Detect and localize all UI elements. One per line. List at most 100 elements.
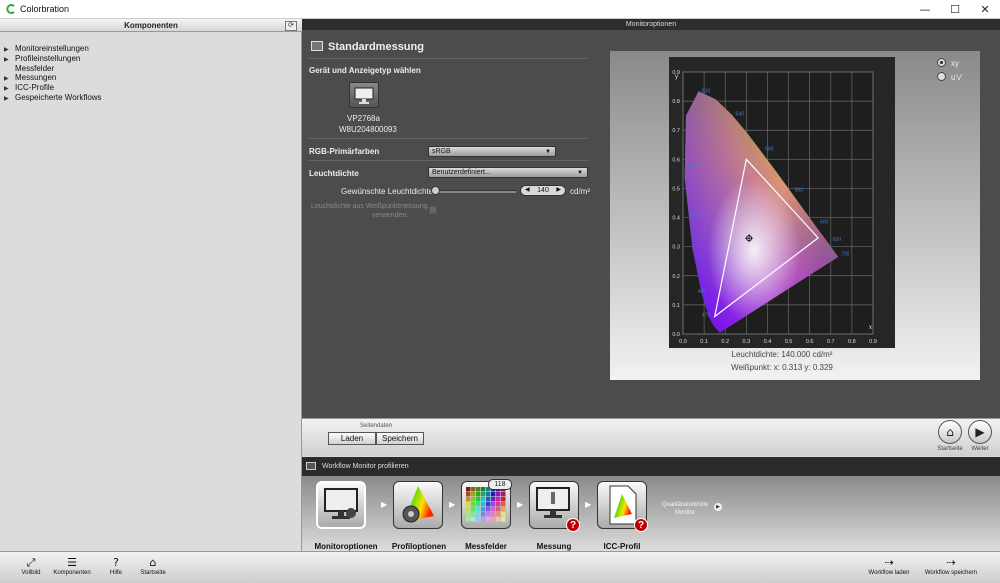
luminance-unit: cd/m²	[570, 187, 590, 196]
save-button[interactable]: Speichern	[376, 432, 424, 445]
color-patch	[496, 517, 501, 522]
white-point-luminance-label: Leuchtdichte aus Weißpunktmessung	[311, 203, 428, 210]
color-patch	[486, 502, 491, 507]
workflow-step-monitor-options[interactable]	[316, 481, 366, 529]
wavelength-label: 520	[702, 88, 711, 94]
wavelength-label: 540	[736, 112, 745, 118]
start-page-button[interactable]: ⌂ Startseite	[136, 556, 170, 576]
load-button[interactable]: Laden	[328, 432, 376, 445]
expand-triangle-icon[interactable]: ▶	[4, 94, 15, 104]
workflow-label-monitor-options: Monitoroptionen	[314, 542, 378, 551]
y-tick-label: 0.0	[672, 332, 680, 338]
color-patch	[471, 512, 476, 517]
color-patch	[471, 497, 476, 502]
components-header: Komponenten	[0, 19, 302, 32]
color-patch	[496, 502, 501, 507]
color-patch	[501, 502, 506, 507]
workflow-arrow-icon: ▶	[517, 500, 524, 509]
list-icon: ☰	[67, 556, 77, 569]
chart-caption-white-point: Weißpunkt: x: 0.313 y: 0.329	[731, 363, 833, 372]
view-xy-label: xy	[951, 59, 959, 68]
maximize-button[interactable]: ☐	[940, 0, 970, 19]
view-uv-label: u'v'	[951, 73, 963, 82]
wavelength-label: 620	[833, 237, 842, 243]
quality-control-arrow-icon[interactable]: ▶	[714, 503, 722, 511]
fullscreen-icon: ⤢	[26, 556, 36, 569]
color-patch	[481, 487, 486, 492]
refresh-icon[interactable]: ⟳	[285, 21, 297, 31]
color-patch	[476, 502, 481, 507]
color-patch	[466, 512, 471, 517]
color-patch	[476, 497, 481, 502]
color-patch	[466, 497, 471, 502]
color-patch	[496, 492, 501, 497]
next-label: Weiter	[971, 446, 989, 452]
divider	[308, 138, 588, 139]
color-patch	[486, 512, 491, 517]
workflow-load-button[interactable]: ⇢ Workflow laden	[862, 556, 916, 576]
y-tick-label: 0.6	[672, 157, 680, 163]
color-patch	[466, 507, 471, 512]
minimize-button[interactable]: —	[910, 0, 940, 19]
cie-diagram-svg: 520 540 560 580 600 620 700 500 490 480 470 0.0 0.1…	[672, 70, 876, 345]
white-point-luminance-checkbox[interactable]	[429, 206, 437, 214]
device-model: VP2768a	[347, 114, 380, 123]
luminance-select[interactable]: Benutzerdefiniert... ▼	[428, 167, 588, 178]
wavelength-label: 480	[698, 289, 707, 295]
color-patch	[476, 507, 481, 512]
tree-item-saved-workflows[interactable]: ▶ Gespeicherte Workflows	[4, 93, 102, 104]
color-patch	[496, 497, 501, 502]
divider	[308, 58, 588, 59]
fullscreen-button[interactable]: ⤢ Vollbild	[14, 556, 48, 576]
help-button[interactable]: ? Hilfe	[103, 556, 129, 576]
expand-triangle-icon[interactable]: ▶	[4, 55, 15, 65]
home-icon: ⌂	[149, 556, 157, 569]
increment-icon[interactable]: ▶	[556, 186, 561, 195]
measurement-warning-icon: ?	[566, 518, 580, 532]
components-button[interactable]: ☰ Komponenten	[48, 556, 96, 576]
home-button[interactable]: ⌂	[938, 420, 962, 444]
display-device-tile[interactable]	[349, 82, 379, 108]
color-patch	[481, 517, 486, 522]
wavelength-label: 600	[820, 219, 829, 225]
color-patch	[476, 492, 481, 497]
display-icon	[354, 87, 374, 104]
rgb-primaries-select[interactable]: sRGB ▼	[428, 146, 556, 157]
x-tick-label: 0.1	[700, 339, 708, 345]
next-button[interactable]: ▶	[968, 420, 992, 444]
device-serial: W8U204800093	[339, 125, 397, 134]
luminance-label: Leuchtdichte	[309, 169, 359, 178]
monitor-options-header: Monitoroptionen	[302, 19, 1000, 30]
view-xy-radio[interactable]	[937, 58, 946, 67]
decrement-icon[interactable]: ◀	[525, 186, 530, 195]
color-patch	[476, 517, 481, 522]
color-patch	[471, 487, 476, 492]
color-patch	[486, 497, 491, 502]
workflow-load-icon: ⇢	[884, 556, 894, 569]
workflow-step-profile-options[interactable]	[393, 481, 443, 529]
luminance-slider-track[interactable]	[434, 190, 516, 193]
view-uv-radio[interactable]	[937, 72, 946, 81]
device-heading: Gerät und Anzeigetyp wählen	[309, 66, 421, 75]
color-patch	[491, 517, 496, 522]
home-label: Startseite	[937, 446, 963, 452]
workflow-save-button[interactable]: ⇢ Workflow speichern	[918, 556, 984, 576]
section-title: Standardmessung	[328, 41, 424, 53]
desired-luminance-label: Gewünschte Leuchtdichte:	[341, 187, 436, 196]
color-patch	[486, 517, 491, 522]
workflow-arrow-icon: ▶	[449, 500, 456, 509]
x-tick-label: 0.2	[721, 339, 729, 345]
color-patch	[496, 512, 501, 517]
color-patch	[466, 492, 471, 497]
luminance-slider-handle[interactable]	[431, 186, 440, 195]
color-patch	[501, 492, 506, 497]
y-tick-label: 0.3	[672, 245, 680, 251]
color-patch	[471, 502, 476, 507]
quality-control-label[interactable]: Qualitätskontrolle	[654, 502, 716, 508]
x-tick-label: 0.7	[827, 339, 835, 345]
luminance-stepper[interactable]: ◀ 140 ▶	[520, 185, 566, 196]
y-tick-label: 0.8	[672, 99, 680, 105]
close-button[interactable]: ✕	[970, 0, 1000, 19]
quality-control-monitor-label[interactable]: Monitor	[654, 510, 716, 516]
profile-gear-icon	[402, 486, 434, 523]
